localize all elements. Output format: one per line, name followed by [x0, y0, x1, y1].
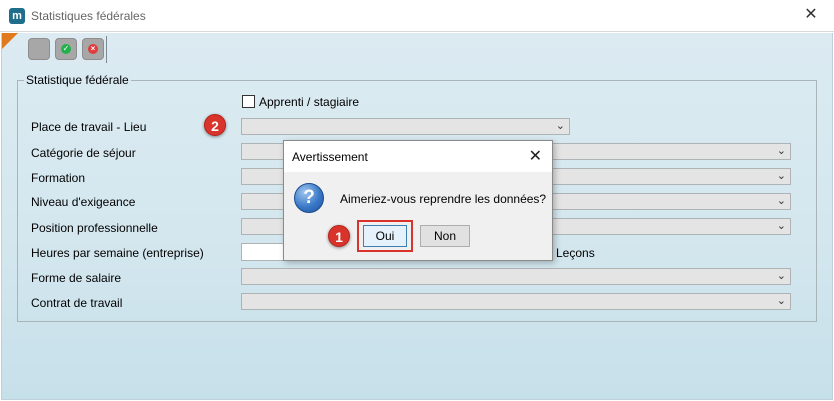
place-label: Place de travail - Lieu — [31, 120, 147, 134]
check-icon: ✓ — [61, 44, 71, 54]
window-title: Statistiques fédérales — [31, 9, 146, 23]
app-logo-icon: m — [9, 8, 25, 24]
place-dropdown[interactable]: ⌄ — [241, 118, 570, 135]
niveau-label: Niveau d'exigeance — [31, 195, 136, 209]
question-icon: ? — [294, 183, 324, 213]
chevron-down-icon: ⌄ — [776, 220, 786, 232]
lecons-label: Leçons — [556, 246, 595, 260]
warning-dialog: Avertissement ✕ ? Aimeriez-vous reprendr… — [283, 140, 553, 261]
annotation-badge-1: 1 — [328, 225, 350, 247]
cross-icon: × — [88, 44, 98, 54]
window-close-button[interactable]: ✕ — [802, 6, 820, 24]
apprenti-checkbox[interactable] — [242, 95, 255, 108]
oui-button[interactable]: Oui — [363, 225, 407, 247]
chevron-down-icon: ⌄ — [776, 195, 786, 207]
salaire-label: Forme de salaire — [31, 271, 122, 285]
dialog-titlebar: Avertissement ✕ — [284, 141, 552, 172]
annotation-badge-2: 2 — [204, 114, 226, 136]
group-legend: Statistique fédérale — [24, 73, 131, 87]
chevron-down-icon: ⌄ — [776, 170, 786, 182]
dialog-close-button[interactable]: ✕ — [529, 146, 542, 166]
formation-label: Formation — [31, 171, 86, 185]
contrat-dropdown[interactable]: ⌄ — [241, 293, 791, 310]
toolbar-blank-button[interactable] — [28, 38, 50, 60]
chevron-down-icon: ⌄ — [776, 295, 786, 307]
contrat-label: Contrat de travail — [31, 296, 123, 310]
apprenti-label: Apprenti / stagiaire — [259, 95, 360, 109]
chevron-down-icon: ⌄ — [555, 120, 565, 132]
position-label: Position professionnelle — [31, 221, 158, 235]
chevron-down-icon: ⌄ — [776, 145, 786, 157]
salaire-dropdown[interactable]: ⌄ — [241, 268, 791, 285]
dialog-message: Aimeriez-vous reprendre les données? — [340, 192, 547, 206]
non-button[interactable]: Non — [420, 225, 470, 247]
toolbar-confirm-button[interactable]: ✓ — [55, 38, 77, 60]
categorie-label: Catégorie de séjour — [31, 146, 136, 160]
window-titlebar: m Statistiques fédérales ✕ — [0, 0, 834, 32]
toolbar-cancel-button[interactable]: × — [82, 38, 104, 60]
chevron-down-icon: ⌄ — [776, 270, 786, 282]
toolbar-separator — [106, 36, 107, 63]
dialog-title: Avertissement — [292, 150, 368, 164]
corner-flag-icon — [2, 33, 18, 49]
heures-label: Heures par semaine (entreprise) — [31, 246, 204, 260]
